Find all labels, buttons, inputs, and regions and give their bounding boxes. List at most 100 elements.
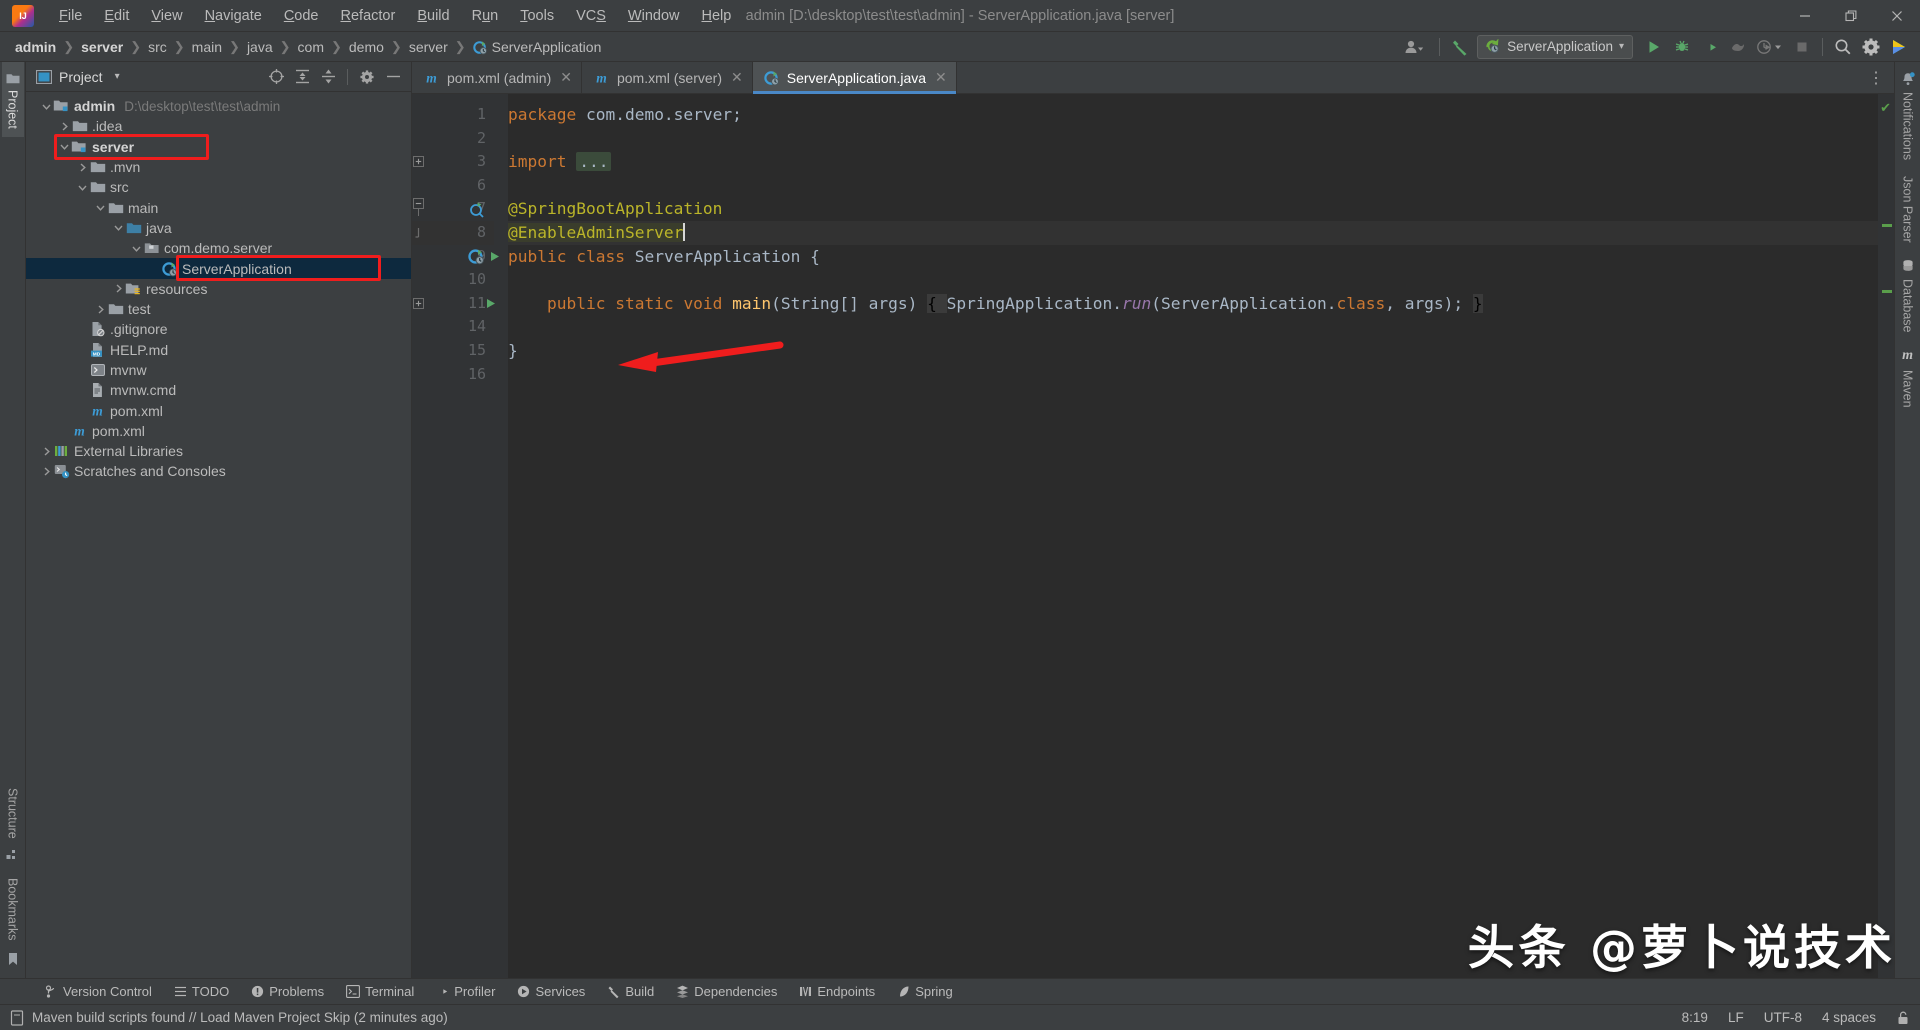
tool-window-button-todo[interactable]: TODO [163, 981, 240, 1002]
tool-window-button-build[interactable]: Build [596, 981, 665, 1002]
chevron-right-icon[interactable] [94, 303, 107, 316]
run-configuration-selector[interactable]: ServerApplication ▾ [1477, 34, 1633, 59]
menu-item-vcs[interactable]: VCS [565, 4, 617, 28]
menu-item-window[interactable]: Window [617, 4, 691, 28]
tree-node-mvnw[interactable]: mvnw [26, 360, 411, 380]
code-text[interactable]: package com.demo.server; import ... @Sprin… [508, 94, 1878, 978]
sidebar-item-bookmarks[interactable]: Bookmarks [2, 870, 24, 978]
close-tab-icon[interactable]: ✕ [731, 69, 743, 86]
fold-expand-icon[interactable] [413, 150, 424, 174]
sidebar-item-json-parser[interactable]: Json Parser [1897, 168, 1919, 251]
ide-assistant-button[interactable] [1886, 35, 1912, 59]
tool-window-button-spring[interactable]: Spring [886, 981, 964, 1002]
tree-node-external-libraries[interactable]: External Libraries [26, 441, 411, 461]
maximize-button[interactable] [1828, 0, 1874, 32]
editor-options-icon[interactable]: ⋮ [1858, 62, 1894, 93]
run-method-icon[interactable] [484, 292, 497, 316]
spring-run-icon[interactable] [468, 245, 501, 269]
caret-position[interactable]: 8:19 [1682, 1010, 1708, 1025]
unlocked-icon[interactable] [1896, 1010, 1910, 1026]
notification-page-icon[interactable] [10, 1009, 24, 1026]
chevron-down-icon[interactable] [112, 221, 125, 234]
build-hammer-icon[interactable] [1447, 35, 1473, 59]
sidebar-item-notifications[interactable]: Notifications [1897, 62, 1919, 168]
chevron-right-icon[interactable] [76, 161, 89, 174]
menu-item-file[interactable]: File [48, 4, 93, 28]
chevron-right-icon[interactable] [112, 282, 125, 295]
run-history-button[interactable] [1753, 35, 1787, 59]
select-opened-file-button[interactable] [264, 66, 288, 88]
search-everywhere-button[interactable] [1830, 35, 1856, 59]
editor-tab-pom-xml-admin-[interactable]: m pom.xml (admin) ✕ [412, 62, 582, 93]
editor-gutter[interactable]: 1 2 3 6 7 8 9 10 11 14 15 16 [412, 94, 499, 978]
fold-column[interactable] [413, 94, 508, 978]
sidebar-item-structure[interactable]: Structure [2, 780, 24, 871]
hide-panel-button[interactable] [381, 66, 405, 88]
breadcrumb-item-java[interactable]: java [244, 37, 276, 57]
tree-node-help-md[interactable]: MD HELP.md [26, 340, 411, 360]
inspection-status-icon[interactable]: ✔ [1880, 100, 1891, 116]
menu-item-run[interactable]: Run [461, 4, 510, 28]
collapse-all-button[interactable] [316, 66, 340, 88]
code-editor[interactable]: 1 2 3 6 7 8 9 10 11 14 15 16 package com.demo.serve… [412, 94, 1894, 978]
fold-collapse-start-icon[interactable] [413, 197, 424, 221]
fold-collapse-end-icon[interactable] [413, 221, 424, 245]
menu-item-edit[interactable]: Edit [93, 4, 140, 28]
tool-window-button-version-control[interactable]: Version Control [34, 981, 163, 1002]
chevron-right-icon[interactable] [58, 120, 71, 133]
breadcrumb-item-com[interactable]: com [295, 37, 327, 57]
menu-item-navigate[interactable]: Navigate [194, 4, 273, 28]
tree-node--idea[interactable]: .idea [26, 116, 411, 136]
close-tab-icon[interactable]: ✕ [560, 69, 572, 86]
settings-button[interactable] [1858, 35, 1884, 59]
tool-window-button-profiler[interactable]: Profiler [425, 981, 506, 1002]
menu-item-view[interactable]: View [140, 4, 193, 28]
tree-node-scratches-and-consoles[interactable]: Scratches and Consoles [26, 461, 411, 481]
tree-node--mvn[interactable]: .mvn [26, 157, 411, 177]
tree-node-mvnw-cmd[interactable]: mvnw.cmd [26, 380, 411, 400]
status-message[interactable]: Maven build scripts found // Load Maven … [32, 1010, 448, 1025]
chevron-right-icon[interactable] [40, 465, 53, 478]
menu-item-build[interactable]: Build [406, 4, 460, 28]
debug-button[interactable] [1669, 35, 1695, 59]
sidebar-item-maven[interactable]: m Maven [1897, 340, 1919, 416]
account-icon[interactable] [1398, 35, 1432, 59]
tree-node-serverapplication[interactable]: ServerApplication [26, 258, 411, 279]
chevron-down-icon[interactable]: ▾ [1619, 41, 1624, 52]
tool-window-button-services[interactable]: Services [506, 981, 596, 1002]
editor-tab-serverapplication-java[interactable]: ServerApplication.java ✕ [752, 62, 957, 94]
expand-all-button[interactable] [290, 66, 314, 88]
breadcrumb-item-ServerApplication[interactable]: ServerApplication [470, 37, 605, 57]
run-button[interactable] [1641, 35, 1667, 59]
tool-window-button-terminal[interactable]: Terminal [335, 981, 425, 1002]
tree-node-resources[interactable]: resources [26, 279, 411, 299]
menu-item-code[interactable]: Code [273, 4, 330, 28]
menu-item-tools[interactable]: Tools [509, 4, 565, 28]
chevron-down-icon[interactable] [130, 242, 143, 255]
chevron-down-icon[interactable] [58, 140, 71, 153]
breadcrumb-item-src[interactable]: src [145, 37, 170, 57]
file-encoding[interactable]: UTF-8 [1764, 1010, 1802, 1025]
tool-window-button-problems[interactable]: Problems [240, 981, 335, 1002]
line-separator[interactable]: LF [1728, 1010, 1744, 1025]
menu-item-help[interactable]: Help [690, 4, 742, 28]
spring-bean-icon[interactable] [468, 197, 485, 221]
tree-node-server[interactable]: server [26, 137, 411, 157]
sidebar-item-database[interactable]: Database [1897, 251, 1919, 341]
profiler-button[interactable] [1725, 35, 1751, 59]
editor-tab-pom-xml-server-[interactable]: m pom.xml (server) ✕ [582, 62, 753, 93]
error-stripe-marker-bar[interactable]: ✔ [1878, 94, 1894, 978]
chevron-down-icon[interactable] [40, 100, 53, 113]
tree-node-com-demo-server[interactable]: com.demo.server [26, 238, 411, 258]
tool-window-button-dependencies[interactable]: Dependencies [665, 981, 788, 1002]
chevron-right-icon[interactable] [40, 445, 53, 458]
close-button[interactable] [1874, 0, 1920, 32]
tree-node-admin[interactable]: admin D:\desktop\test\test\admin [26, 96, 411, 116]
tool-window-button-endpoints[interactable]: Endpoints [788, 981, 886, 1002]
chevron-down-icon[interactable] [76, 181, 89, 194]
breadcrumb-item-server[interactable]: server [406, 37, 451, 57]
breadcrumb-item-main[interactable]: main [189, 37, 225, 57]
run-with-coverage-button[interactable] [1697, 35, 1723, 59]
tree-node--gitignore[interactable]: .gitignore [26, 319, 411, 339]
indent-setting[interactable]: 4 spaces [1822, 1010, 1876, 1025]
